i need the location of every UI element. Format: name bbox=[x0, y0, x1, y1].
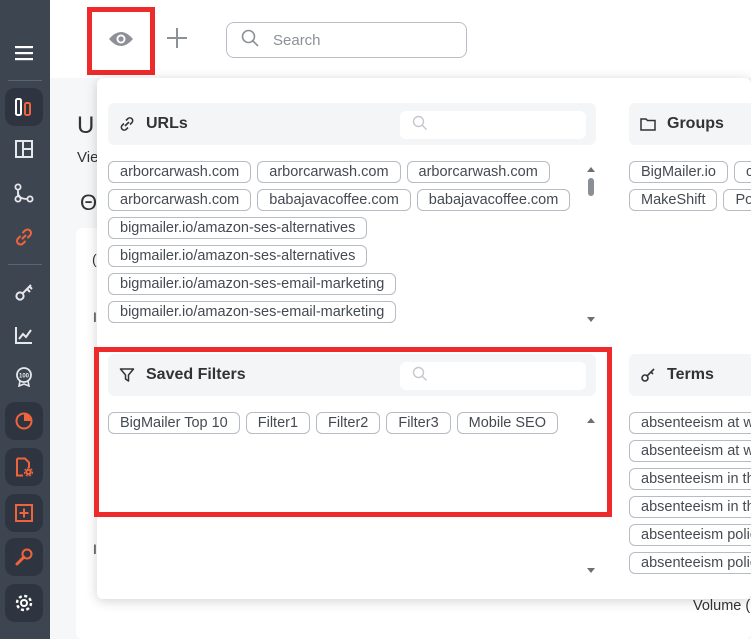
collapse-icon[interactable]: Θ bbox=[80, 190, 97, 216]
term-chip[interactable]: absenteeism in th bbox=[629, 496, 751, 518]
term-chip[interactable]: absenteeism polic bbox=[629, 552, 751, 574]
file-gear-icon[interactable] bbox=[5, 448, 43, 486]
saved-filter-chip[interactable]: Filter1 bbox=[245, 412, 311, 434]
search-input[interactable] bbox=[273, 31, 443, 49]
plus-icon bbox=[166, 27, 188, 54]
urls-search-input[interactable] bbox=[400, 111, 586, 139]
view-dropdown-panel: URLs arborcarwash.com arborcarwash.com a… bbox=[97, 78, 751, 599]
term-chip[interactable]: absenteeism polic bbox=[629, 524, 751, 546]
url-chip[interactable]: arborcarwash.com bbox=[108, 189, 252, 211]
url-chip[interactable]: bigmailer.io/amazon-ses-email-marketing bbox=[108, 301, 397, 323]
saved-filter-chip[interactable]: Filter3 bbox=[386, 412, 451, 434]
url-chip[interactable]: bigmailer.io/amazon-ses-alternatives bbox=[108, 217, 368, 239]
card-fragment: ( bbox=[92, 251, 97, 267]
add-button[interactable] bbox=[163, 26, 191, 54]
link-icon bbox=[118, 115, 136, 133]
url-chip[interactable]: arborcarwash.com bbox=[406, 161, 550, 183]
saved-filter-chip[interactable]: Filter2 bbox=[316, 412, 381, 434]
filter-icon bbox=[118, 366, 136, 384]
folder-icon bbox=[639, 115, 657, 133]
url-chip[interactable]: arborcarwash.com bbox=[257, 161, 401, 183]
url-chip[interactable]: arborcarwash.com bbox=[108, 161, 252, 183]
search-icon bbox=[400, 366, 428, 387]
pie-chart-icon[interactable] bbox=[5, 402, 43, 440]
volume-column-header: Volume ( bbox=[693, 598, 751, 614]
sidebar-divider bbox=[8, 80, 42, 81]
group-chip[interactable]: Po bbox=[723, 189, 751, 211]
term-chip[interactable]: absenteeism at w bbox=[629, 440, 751, 462]
nodes-icon[interactable] bbox=[5, 174, 43, 212]
saved-filter-chip[interactable]: Mobile SEO bbox=[456, 412, 559, 434]
urls-section-title: URLs bbox=[146, 115, 188, 132]
eye-icon bbox=[108, 30, 134, 53]
top-bar bbox=[50, 0, 751, 78]
svg-text:100: 100 bbox=[19, 374, 30, 380]
url-chip[interactable]: bigmailer.io/amazon-ses-email-marketing bbox=[108, 273, 397, 295]
saved-filters-chip-list: BigMailer Top 10 Filter1 Filter2 Filter3… bbox=[108, 412, 576, 434]
link-icon[interactable] bbox=[5, 218, 43, 256]
sidebar: 100 bbox=[0, 0, 50, 639]
search-icon bbox=[400, 115, 428, 136]
terms-section-title: Terms bbox=[667, 366, 714, 383]
saved-filters-scrollbar[interactable] bbox=[586, 418, 596, 573]
groups-chip-list: BigMailer.io c MakeShift Po bbox=[629, 161, 751, 211]
key-icon[interactable] bbox=[5, 274, 43, 312]
urls-chip-list: arborcarwash.com arborcarwash.com arborc… bbox=[108, 161, 576, 323]
groups-section-title: Groups bbox=[667, 115, 724, 132]
sidebar-divider bbox=[8, 264, 42, 265]
url-chip[interactable]: babajavacoffee.com bbox=[416, 189, 571, 211]
urls-scrollbar[interactable] bbox=[586, 167, 596, 322]
group-chip[interactable]: BigMailer.io bbox=[629, 161, 728, 183]
saved-filter-chip[interactable]: BigMailer Top 10 bbox=[108, 412, 240, 434]
saved-filters-search-input[interactable] bbox=[400, 362, 586, 390]
badge-100-icon[interactable]: 100 bbox=[5, 358, 43, 396]
groups-section-header: Groups bbox=[629, 103, 751, 145]
plus-square-icon[interactable] bbox=[5, 494, 43, 532]
wrench-icon[interactable] bbox=[5, 538, 43, 576]
url-chip[interactable]: babajavacoffee.com bbox=[257, 189, 411, 211]
search-icon bbox=[227, 29, 273, 52]
term-chip[interactable]: absenteeism in th bbox=[629, 468, 751, 490]
view-toggle-button[interactable] bbox=[87, 7, 155, 75]
settings-icon[interactable] bbox=[5, 584, 43, 622]
search-box[interactable] bbox=[226, 22, 467, 58]
page-title-fragment: U bbox=[77, 112, 95, 139]
group-chip[interactable]: MakeShift bbox=[629, 189, 718, 211]
terms-chip-list: absenteeism at w absenteeism at w absent… bbox=[629, 412, 751, 574]
layout-icon[interactable] bbox=[5, 130, 43, 168]
group-chip[interactable]: c bbox=[733, 161, 751, 183]
url-chip[interactable]: bigmailer.io/amazon-ses-alternatives bbox=[108, 245, 368, 267]
key-icon bbox=[639, 366, 657, 384]
terms-section-header: Terms bbox=[629, 354, 751, 396]
page-subtitle-fragment: Vie bbox=[77, 149, 99, 166]
bars-brand-icon[interactable] bbox=[5, 88, 43, 126]
term-chip[interactable]: absenteeism at w bbox=[629, 412, 751, 434]
menu-icon[interactable] bbox=[5, 34, 43, 72]
chart-line-icon[interactable] bbox=[5, 316, 43, 354]
saved-filters-section-title: Saved Filters bbox=[146, 366, 246, 383]
